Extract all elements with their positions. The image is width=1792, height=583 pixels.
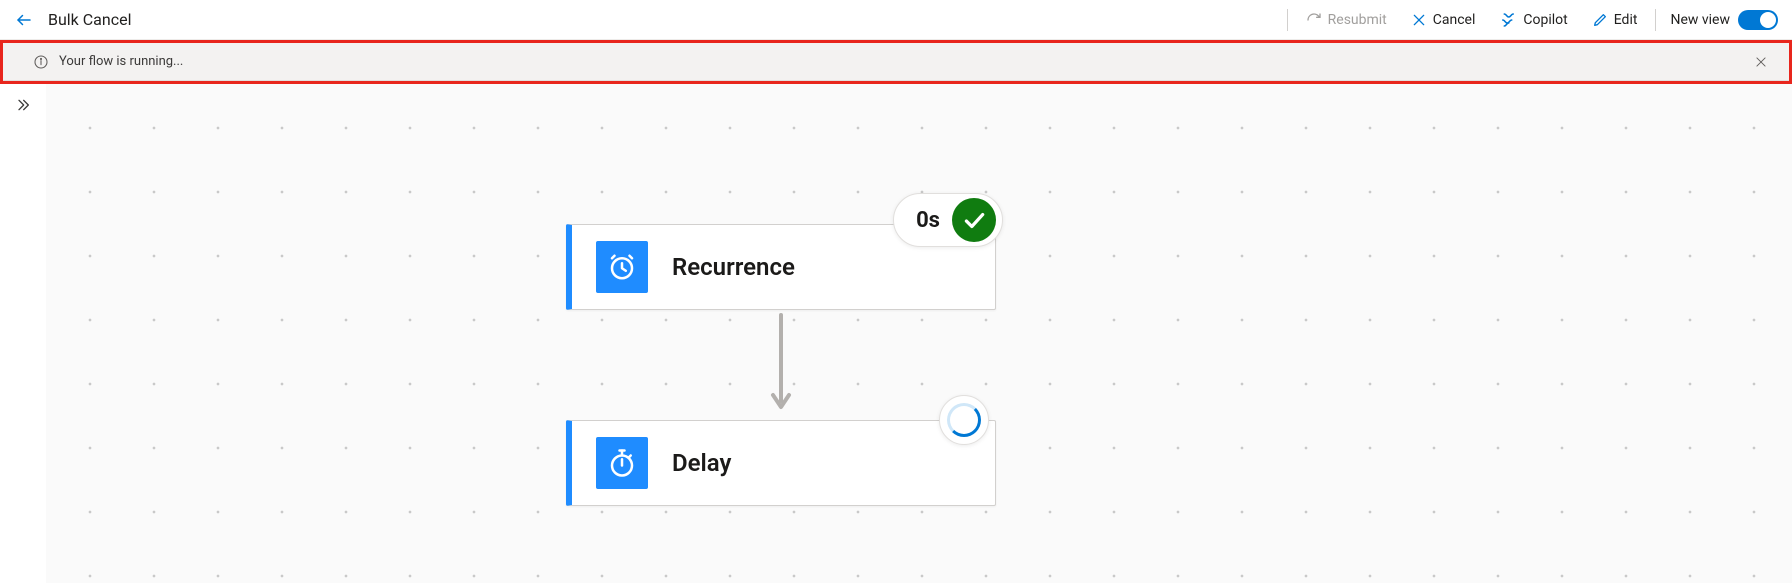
- new-view-toggle-group: New view: [1670, 10, 1778, 30]
- edit-label: Edit: [1614, 12, 1638, 28]
- new-view-label: New view: [1670, 12, 1730, 28]
- flow-node-recurrence[interactable]: 0s Recurrence: [566, 224, 996, 310]
- flow-node-delay[interactable]: Delay: [566, 420, 996, 506]
- checkmark-icon: [961, 207, 987, 233]
- node-status-running: [939, 395, 989, 445]
- cancel-label: Cancel: [1433, 12, 1476, 28]
- copilot-button[interactable]: Copilot: [1489, 7, 1577, 33]
- close-icon: [1411, 12, 1427, 28]
- banner-close-button[interactable]: [1747, 48, 1775, 76]
- status-success-badge: [952, 198, 996, 242]
- cancel-button[interactable]: Cancel: [1401, 8, 1486, 32]
- refresh-icon: [1306, 12, 1322, 28]
- flow-graph: 0s Recurrence: [566, 224, 996, 506]
- resubmit-button: Resubmit: [1296, 8, 1397, 32]
- copilot-icon: [1499, 11, 1517, 29]
- arrow-down-icon: [769, 313, 793, 417]
- banner-message: Your flow is running...: [59, 54, 183, 69]
- app-root: Bulk Cancel Resubmit Cancel Copilot Edit…: [0, 0, 1792, 583]
- node-icon: [596, 241, 648, 293]
- edit-button[interactable]: Edit: [1582, 8, 1648, 32]
- clock-icon: [607, 252, 637, 282]
- separator: [1655, 9, 1656, 31]
- close-icon: [1754, 55, 1768, 69]
- stopwatch-icon: [607, 448, 637, 478]
- pencil-icon: [1592, 12, 1608, 28]
- banner-highlight: Your flow is running...: [0, 40, 1792, 84]
- spinner-icon: [947, 403, 981, 437]
- back-button[interactable]: [10, 6, 38, 34]
- node-label: Recurrence: [672, 253, 795, 281]
- command-bar: Bulk Cancel Resubmit Cancel Copilot Edit…: [0, 0, 1792, 40]
- info-icon: [33, 54, 49, 70]
- canvas-area: 0s Recurrence: [0, 84, 1792, 583]
- expand-panel-button[interactable]: [8, 90, 38, 120]
- page-title: Bulk Cancel: [48, 10, 131, 29]
- chevron-double-right-icon: [15, 97, 31, 113]
- copilot-label: Copilot: [1523, 12, 1567, 28]
- node-icon: [596, 437, 648, 489]
- node-label: Delay: [672, 449, 731, 477]
- flow-canvas[interactable]: 0s Recurrence: [46, 84, 1792, 583]
- new-view-toggle[interactable]: [1738, 10, 1778, 30]
- status-banner: Your flow is running...: [3, 43, 1789, 81]
- node-status-time: 0s: [916, 208, 940, 233]
- separator: [1287, 9, 1288, 31]
- arrow-left-icon: [15, 11, 33, 29]
- side-rail: [0, 84, 46, 583]
- node-status-pill: 0s: [893, 193, 1003, 247]
- resubmit-label: Resubmit: [1328, 12, 1387, 28]
- flow-connector: [566, 310, 996, 420]
